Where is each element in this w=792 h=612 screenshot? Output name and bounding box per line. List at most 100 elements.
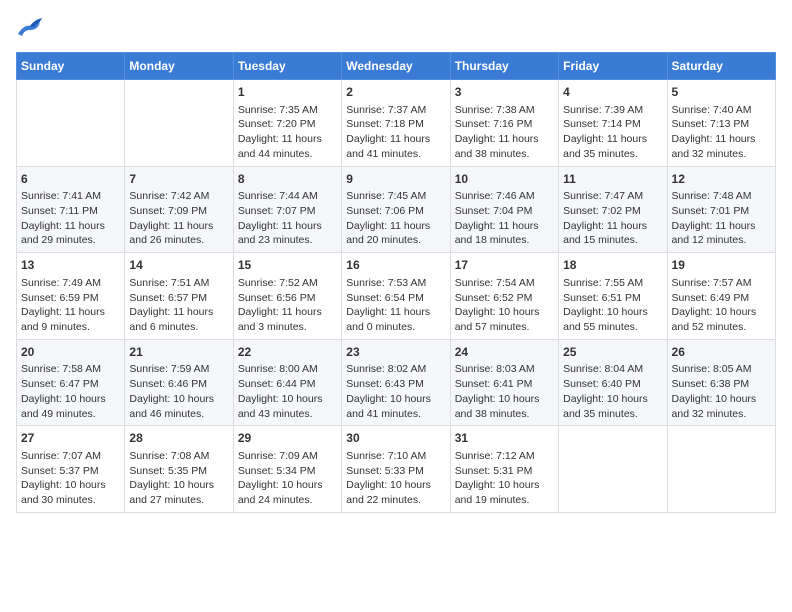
day-number: 3 bbox=[455, 84, 554, 101]
day-number: 25 bbox=[563, 344, 662, 361]
col-sunday: Sunday bbox=[17, 53, 125, 80]
day-cell: 8Sunrise: 7:44 AM Sunset: 7:07 PM Daylig… bbox=[233, 166, 341, 253]
day-number: 16 bbox=[346, 257, 445, 274]
day-number: 26 bbox=[672, 344, 771, 361]
day-info: Sunrise: 8:02 AM Sunset: 6:43 PM Dayligh… bbox=[346, 362, 445, 421]
week-row-4: 20Sunrise: 7:58 AM Sunset: 6:47 PM Dayli… bbox=[17, 339, 776, 426]
day-number: 31 bbox=[455, 430, 554, 447]
logo bbox=[16, 16, 48, 40]
day-info: Sunrise: 7:47 AM Sunset: 7:02 PM Dayligh… bbox=[563, 189, 662, 248]
day-info: Sunrise: 7:58 AM Sunset: 6:47 PM Dayligh… bbox=[21, 362, 120, 421]
day-info: Sunrise: 7:57 AM Sunset: 6:49 PM Dayligh… bbox=[672, 276, 771, 335]
day-number: 20 bbox=[21, 344, 120, 361]
day-info: Sunrise: 7:48 AM Sunset: 7:01 PM Dayligh… bbox=[672, 189, 771, 248]
day-number: 30 bbox=[346, 430, 445, 447]
day-cell bbox=[17, 80, 125, 167]
day-cell: 30 Sunrise: 7:10 AM Sunset: 5:33 PM Dayli… bbox=[342, 426, 450, 513]
day-cell: 31 Sunrise: 7:12 AM Sunset: 5:31 PM Dayli… bbox=[450, 426, 558, 513]
day-cell: 29 Sunrise: 7:09 AM Sunset: 5:34 PM Dayli… bbox=[233, 426, 341, 513]
day-number: 17 bbox=[455, 257, 554, 274]
day-number: 22 bbox=[238, 344, 337, 361]
week-row-5: 27 Sunrise: 7:07 AM Sunset: 5:37 PM Dayli… bbox=[17, 426, 776, 513]
day-cell: 23Sunrise: 8:02 AM Sunset: 6:43 PM Dayli… bbox=[342, 339, 450, 426]
day-number: 13 bbox=[21, 257, 120, 274]
day-cell: 6Sunrise: 7:41 AM Sunset: 7:11 PM Daylig… bbox=[17, 166, 125, 253]
day-info: Sunrise: 7:38 AM Sunset: 7:16 PM Dayligh… bbox=[455, 103, 554, 162]
day-cell: 17 Sunrise: 7:54 AM Sunset: 6:52 PM Dayli… bbox=[450, 253, 558, 340]
day-info: Sunrise: 8:04 AM Sunset: 6:40 PM Dayligh… bbox=[563, 362, 662, 421]
day-cell bbox=[559, 426, 667, 513]
day-number: 9 bbox=[346, 171, 445, 188]
day-number: 11 bbox=[563, 171, 662, 188]
col-thursday: Thursday bbox=[450, 53, 558, 80]
day-info: Sunrise: 7:09 AM Sunset: 5:34 PM Dayligh… bbox=[238, 449, 337, 508]
calendar-header: Sunday Monday Tuesday Wednesday Thursday… bbox=[17, 53, 776, 80]
day-cell: 28Sunrise: 7:08 AM Sunset: 5:35 PM Dayli… bbox=[125, 426, 233, 513]
day-number: 24 bbox=[455, 344, 554, 361]
day-cell: 24Sunrise: 8:03 AM Sunset: 6:41 PM Dayli… bbox=[450, 339, 558, 426]
col-monday: Monday bbox=[125, 53, 233, 80]
day-cell: 12Sunrise: 7:48 AM Sunset: 7:01 PM Dayli… bbox=[667, 166, 775, 253]
day-cell: 20Sunrise: 7:58 AM Sunset: 6:47 PM Dayli… bbox=[17, 339, 125, 426]
col-wednesday: Wednesday bbox=[342, 53, 450, 80]
day-cell bbox=[125, 80, 233, 167]
day-cell: 15Sunrise: 7:52 AM Sunset: 6:56 PM Dayli… bbox=[233, 253, 341, 340]
day-info: Sunrise: 7:08 AM Sunset: 5:35 PM Dayligh… bbox=[129, 449, 228, 508]
day-info: Sunrise: 8:05 AM Sunset: 6:38 PM Dayligh… bbox=[672, 362, 771, 421]
day-cell: 7Sunrise: 7:42 AM Sunset: 7:09 PM Daylig… bbox=[125, 166, 233, 253]
col-friday: Friday bbox=[559, 53, 667, 80]
day-number: 12 bbox=[672, 171, 771, 188]
day-cell: 11Sunrise: 7:47 AM Sunset: 7:02 PM Dayli… bbox=[559, 166, 667, 253]
day-info: Sunrise: 7:59 AM Sunset: 6:46 PM Dayligh… bbox=[129, 362, 228, 421]
day-info: Sunrise: 7:12 AM Sunset: 5:31 PM Dayligh… bbox=[455, 449, 554, 508]
day-info: Sunrise: 7:37 AM Sunset: 7:18 PM Dayligh… bbox=[346, 103, 445, 162]
day-number: 7 bbox=[129, 171, 228, 188]
day-info: Sunrise: 7:55 AM Sunset: 6:51 PM Dayligh… bbox=[563, 276, 662, 335]
day-number: 4 bbox=[563, 84, 662, 101]
header-row: Sunday Monday Tuesday Wednesday Thursday… bbox=[17, 53, 776, 80]
day-number: 18 bbox=[563, 257, 662, 274]
day-cell: 9Sunrise: 7:45 AM Sunset: 7:06 PM Daylig… bbox=[342, 166, 450, 253]
day-info: Sunrise: 8:03 AM Sunset: 6:41 PM Dayligh… bbox=[455, 362, 554, 421]
day-info: Sunrise: 7:44 AM Sunset: 7:07 PM Dayligh… bbox=[238, 189, 337, 248]
day-info: Sunrise: 7:35 AM Sunset: 7:20 PM Dayligh… bbox=[238, 103, 337, 162]
calendar-table: Sunday Monday Tuesday Wednesday Thursday… bbox=[16, 52, 776, 513]
day-cell: 13Sunrise: 7:49 AM Sunset: 6:59 PM Dayli… bbox=[17, 253, 125, 340]
day-info: Sunrise: 7:53 AM Sunset: 6:54 PM Dayligh… bbox=[346, 276, 445, 335]
day-info: Sunrise: 7:46 AM Sunset: 7:04 PM Dayligh… bbox=[455, 189, 554, 248]
day-cell: 25Sunrise: 8:04 AM Sunset: 6:40 PM Dayli… bbox=[559, 339, 667, 426]
day-cell: 18 Sunrise: 7:55 AM Sunset: 6:51 PM Dayli… bbox=[559, 253, 667, 340]
logo-icon bbox=[16, 16, 44, 40]
day-number: 15 bbox=[238, 257, 337, 274]
day-number: 23 bbox=[346, 344, 445, 361]
day-cell: 26Sunrise: 8:05 AM Sunset: 6:38 PM Dayli… bbox=[667, 339, 775, 426]
day-number: 27 bbox=[21, 430, 120, 447]
day-info: Sunrise: 7:40 AM Sunset: 7:13 PM Dayligh… bbox=[672, 103, 771, 162]
day-cell: 27 Sunrise: 7:07 AM Sunset: 5:37 PM Dayli… bbox=[17, 426, 125, 513]
day-info: Sunrise: 7:54 AM Sunset: 6:52 PM Dayligh… bbox=[455, 276, 554, 335]
day-cell bbox=[667, 426, 775, 513]
col-saturday: Saturday bbox=[667, 53, 775, 80]
day-info: Sunrise: 7:51 AM Sunset: 6:57 PM Dayligh… bbox=[129, 276, 228, 335]
day-cell: 2 Sunrise: 7:37 AM Sunset: 7:18 PM Daylig… bbox=[342, 80, 450, 167]
day-info: Sunrise: 7:10 AM Sunset: 5:33 PM Dayligh… bbox=[346, 449, 445, 508]
week-row-3: 13Sunrise: 7:49 AM Sunset: 6:59 PM Dayli… bbox=[17, 253, 776, 340]
week-row-2: 6Sunrise: 7:41 AM Sunset: 7:11 PM Daylig… bbox=[17, 166, 776, 253]
week-row-1: 1 Sunrise: 7:35 AM Sunset: 7:20 PM Daylig… bbox=[17, 80, 776, 167]
day-number: 21 bbox=[129, 344, 228, 361]
day-info: Sunrise: 7:42 AM Sunset: 7:09 PM Dayligh… bbox=[129, 189, 228, 248]
col-tuesday: Tuesday bbox=[233, 53, 341, 80]
day-info: Sunrise: 8:00 AM Sunset: 6:44 PM Dayligh… bbox=[238, 362, 337, 421]
day-info: Sunrise: 7:07 AM Sunset: 5:37 PM Dayligh… bbox=[21, 449, 120, 508]
day-cell: 3 Sunrise: 7:38 AM Sunset: 7:16 PM Daylig… bbox=[450, 80, 558, 167]
day-cell: 22Sunrise: 8:00 AM Sunset: 6:44 PM Dayli… bbox=[233, 339, 341, 426]
day-number: 14 bbox=[129, 257, 228, 274]
day-number: 29 bbox=[238, 430, 337, 447]
day-number: 2 bbox=[346, 84, 445, 101]
day-number: 5 bbox=[672, 84, 771, 101]
day-cell: 4Sunrise: 7:39 AM Sunset: 7:14 PM Daylig… bbox=[559, 80, 667, 167]
page-header bbox=[16, 16, 776, 40]
day-number: 1 bbox=[238, 84, 337, 101]
calendar-body: 1 Sunrise: 7:35 AM Sunset: 7:20 PM Daylig… bbox=[17, 80, 776, 513]
day-cell: 5 Sunrise: 7:40 AM Sunset: 7:13 PM Daylig… bbox=[667, 80, 775, 167]
